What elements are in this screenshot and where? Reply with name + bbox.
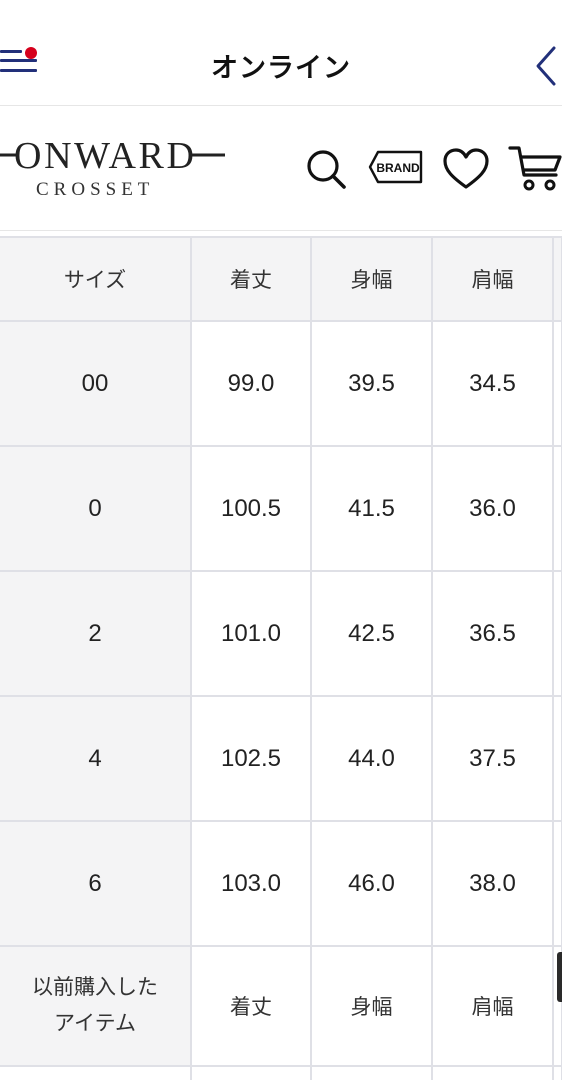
previous-header-shoulder: 肩幅	[431, 945, 554, 1067]
shoulder-cell: 37.5	[431, 695, 554, 822]
previous-item-label-line1: 以前購入した	[32, 976, 158, 999]
overflow-cell	[552, 820, 562, 947]
brand-button[interactable]: BRAND	[368, 149, 424, 185]
overflow-cell	[552, 570, 562, 697]
partial-cell	[552, 1065, 562, 1080]
size-cell: 0	[0, 445, 192, 572]
heart-icon	[443, 148, 489, 189]
width-cell: 42.5	[310, 570, 433, 697]
shoulder-cell: 36.0	[431, 445, 554, 572]
previous-item-label-line2: アイテム	[54, 1012, 136, 1035]
partial-cell	[0, 1065, 192, 1080]
brand-bar: ONWARD CROSSET BRAND	[0, 107, 562, 231]
table-row: 00 99.0 39.5 34.5	[0, 320, 562, 447]
partial-cell	[190, 1065, 312, 1080]
size-cell: 6	[0, 820, 192, 947]
partial-cell	[310, 1065, 433, 1080]
partial-cell	[431, 1065, 554, 1080]
cart-icon	[508, 146, 562, 191]
overflow-cell	[552, 445, 562, 572]
header-overflow	[552, 236, 562, 322]
logo-text: ONWARD	[14, 135, 194, 177]
shoulder-cell: 36.5	[431, 570, 554, 697]
table-row: 0 100.5 41.5 36.0	[0, 445, 562, 572]
search-button[interactable]	[304, 147, 348, 191]
width-cell: 46.0	[310, 820, 433, 947]
header-size: サイズ	[0, 236, 192, 322]
cart-button[interactable]	[508, 143, 562, 193]
onward-logo: ONWARD	[0, 135, 225, 177]
chevron-left-icon	[536, 46, 556, 86]
length-cell: 103.0	[190, 820, 312, 947]
size-cell: 4	[0, 695, 192, 822]
length-cell: 99.0	[190, 320, 312, 447]
width-cell: 44.0	[310, 695, 433, 822]
shoulder-cell: 38.0	[431, 820, 554, 947]
brand-logo[interactable]: ONWARD CROSSET	[0, 135, 230, 215]
back-button[interactable]	[530, 44, 562, 88]
length-cell: 102.5	[190, 695, 312, 822]
overflow-cell	[552, 695, 562, 822]
logo-subtext: CROSSET	[36, 179, 155, 200]
brand-tag-icon: BRAND	[368, 150, 423, 184]
favorites-button[interactable]	[442, 147, 490, 193]
size-cell: 00	[0, 320, 192, 447]
table-row: 6 103.0 46.0 38.0	[0, 820, 562, 947]
size-cell: 2	[0, 570, 192, 697]
page-title: オンライン	[211, 53, 351, 84]
brand-tag-label: BRAND	[376, 161, 420, 175]
previous-header-width: 身幅	[310, 945, 433, 1067]
width-cell: 41.5	[310, 445, 433, 572]
table-header-row: サイズ 着丈 身幅 肩幅	[0, 236, 562, 322]
search-icon	[307, 150, 346, 189]
overflow-cell	[552, 320, 562, 447]
top-bar: オンライン	[0, 0, 562, 106]
previous-header-length: 着丈	[190, 945, 312, 1067]
side-scroll-handle[interactable]	[557, 952, 562, 1002]
previous-item-header-row: 以前購入した アイテム 着丈 身幅 肩幅	[0, 945, 562, 1067]
header-width: 身幅	[310, 236, 433, 322]
size-chart-table: サイズ 着丈 身幅 肩幅 00 99.0 39.5 34.5 0 100.5 4…	[0, 236, 562, 1080]
length-cell: 100.5	[190, 445, 312, 572]
header-length: 着丈	[190, 236, 312, 322]
header-shoulder: 肩幅	[431, 236, 554, 322]
length-cell: 101.0	[190, 570, 312, 697]
width-cell: 39.5	[310, 320, 433, 447]
previous-item-label: 以前購入した アイテム	[0, 945, 192, 1067]
shoulder-cell: 34.5	[431, 320, 554, 447]
table-row: 2 101.0 42.5 36.5	[0, 570, 562, 697]
table-row-partial	[0, 1065, 562, 1080]
table-row: 4 102.5 44.0 37.5	[0, 695, 562, 822]
